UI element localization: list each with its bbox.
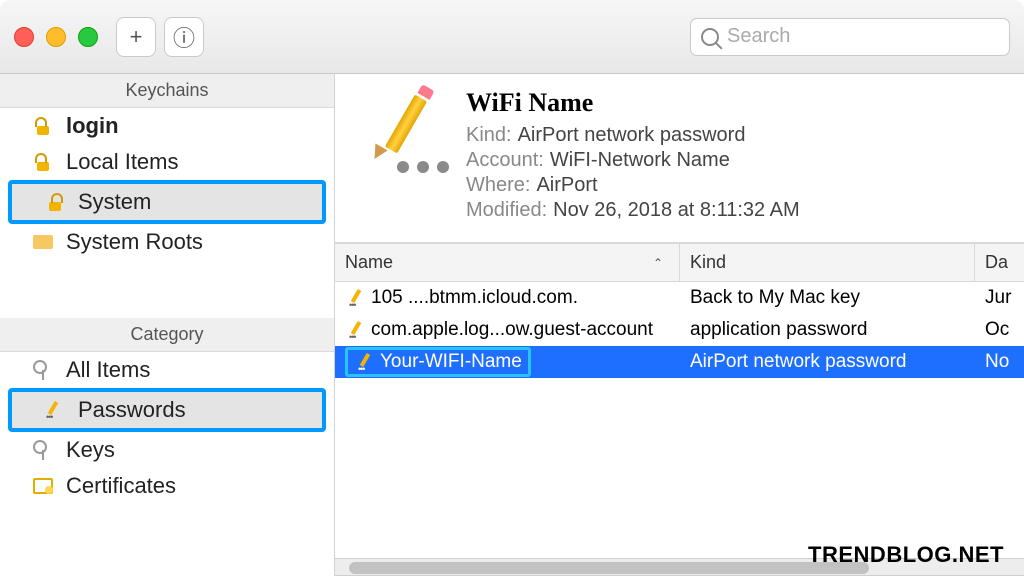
sidebar-item-system[interactable]: System [12, 184, 322, 220]
sidebar-item-label: Certificates [66, 473, 176, 499]
cell-name: Your-WIFI-Name [380, 351, 522, 373]
sidebar-section-keychains: Keychains [0, 74, 334, 108]
table-row[interactable]: ••• 105 ....btmm.icloud.com. Back to My M… [335, 282, 1024, 314]
folder-icon [30, 229, 56, 255]
sidebar-section-category: Category [0, 318, 334, 352]
info-button[interactable]: ⓘ [164, 17, 204, 57]
sidebar-item-label: All Items [66, 357, 150, 383]
where-label: Where: [466, 174, 530, 196]
titlebar: + ⓘ Search [0, 0, 1024, 74]
search-icon [701, 28, 719, 46]
cell-name: 105 ....btmm.icloud.com. [371, 287, 578, 309]
cell-kind: application password [680, 319, 975, 341]
key-icon [30, 437, 56, 463]
password-icon [353, 88, 438, 173]
column-header-name[interactable]: Name ⌃ [335, 244, 680, 281]
sidebar-item-label: System [78, 189, 151, 215]
table-row[interactable]: ••• com.apple.log...ow.guest-account appl… [335, 314, 1024, 346]
sidebar-item-label: Passwords [78, 397, 186, 423]
sidebar-item-label: login [66, 113, 119, 139]
cell-date: No [975, 351, 1024, 373]
unlock-icon [30, 149, 56, 175]
cell-date: Oc [975, 319, 1024, 341]
sidebar-item-label: Local Items [66, 149, 179, 175]
sidebar-cat-certificates[interactable]: Certificates [0, 468, 334, 504]
sidebar-item-label: Keys [66, 437, 115, 463]
where-value: AirPort [536, 174, 597, 196]
sidebar-item-login[interactable]: login [0, 108, 334, 144]
pencil-icon: ••• [345, 321, 363, 339]
sidebar-cat-passwords[interactable]: ••• Passwords [12, 392, 322, 428]
kind-value: AirPort network password [518, 124, 746, 146]
zoom-icon[interactable] [78, 27, 98, 47]
cell-date: Jur [975, 287, 1024, 309]
sort-ascending-icon: ⌃ [653, 256, 663, 270]
main-pane: WiFi Name Kind:AirPort network password … [335, 74, 1024, 576]
annotation-box-passwords: ••• Passwords [8, 388, 326, 432]
search-placeholder: Search [727, 25, 790, 48]
detail-title: WiFi Name [466, 88, 800, 118]
keys-icon [30, 357, 56, 383]
table-header: Name ⌃ Kind Da [335, 243, 1024, 282]
table-body: ••• 105 ....btmm.icloud.com. Back to My M… [335, 282, 1024, 417]
detail-metadata: WiFi Name Kind:AirPort network password … [466, 88, 800, 224]
lock-icon [42, 189, 68, 215]
sidebar-cat-keys[interactable]: Keys [0, 432, 334, 468]
certificate-icon [30, 473, 56, 499]
watermark: TRENDBLOG.NET [808, 542, 1004, 568]
column-header-date[interactable]: Da [975, 244, 1024, 281]
modified-label: Modified: [466, 199, 547, 221]
table-row-selected[interactable]: ••• Your-WIFI-Name AirPort network passw… [335, 346, 1024, 378]
pencil-icon: ••• [354, 353, 372, 371]
sidebar-cat-all-items[interactable]: All Items [0, 352, 334, 388]
modified-value: Nov 26, 2018 at 8:11:32 AM [553, 199, 799, 221]
window-controls [14, 27, 98, 47]
cell-kind: AirPort network password [680, 351, 975, 373]
sidebar-item-system-roots[interactable]: System Roots [0, 224, 334, 260]
pencil-icon: ••• [42, 397, 68, 423]
sidebar: Keychains login Local Items System Syste… [0, 74, 335, 576]
pencil-icon: ••• [345, 289, 363, 307]
annotation-box-system: System [8, 180, 326, 224]
minimize-icon[interactable] [46, 27, 66, 47]
cell-kind: Back to My Mac key [680, 287, 975, 309]
close-icon[interactable] [14, 27, 34, 47]
cell-name: com.apple.log...ow.guest-account [371, 319, 653, 341]
account-label: Account: [466, 149, 544, 171]
unlock-icon [30, 113, 56, 139]
detail-panel: WiFi Name Kind:AirPort network password … [335, 74, 1024, 243]
sidebar-item-local-items[interactable]: Local Items [0, 144, 334, 180]
kind-label: Kind: [466, 124, 512, 146]
scrollbar-thumb[interactable] [349, 562, 869, 574]
sidebar-item-label: System Roots [66, 229, 203, 255]
column-header-kind[interactable]: Kind [680, 244, 975, 281]
add-button[interactable]: + [116, 17, 156, 57]
annotation-box-wifi-name: ••• Your-WIFI-Name [345, 347, 531, 377]
search-input[interactable]: Search [690, 18, 1010, 56]
account-value: WiFI-Network Name [550, 149, 730, 171]
